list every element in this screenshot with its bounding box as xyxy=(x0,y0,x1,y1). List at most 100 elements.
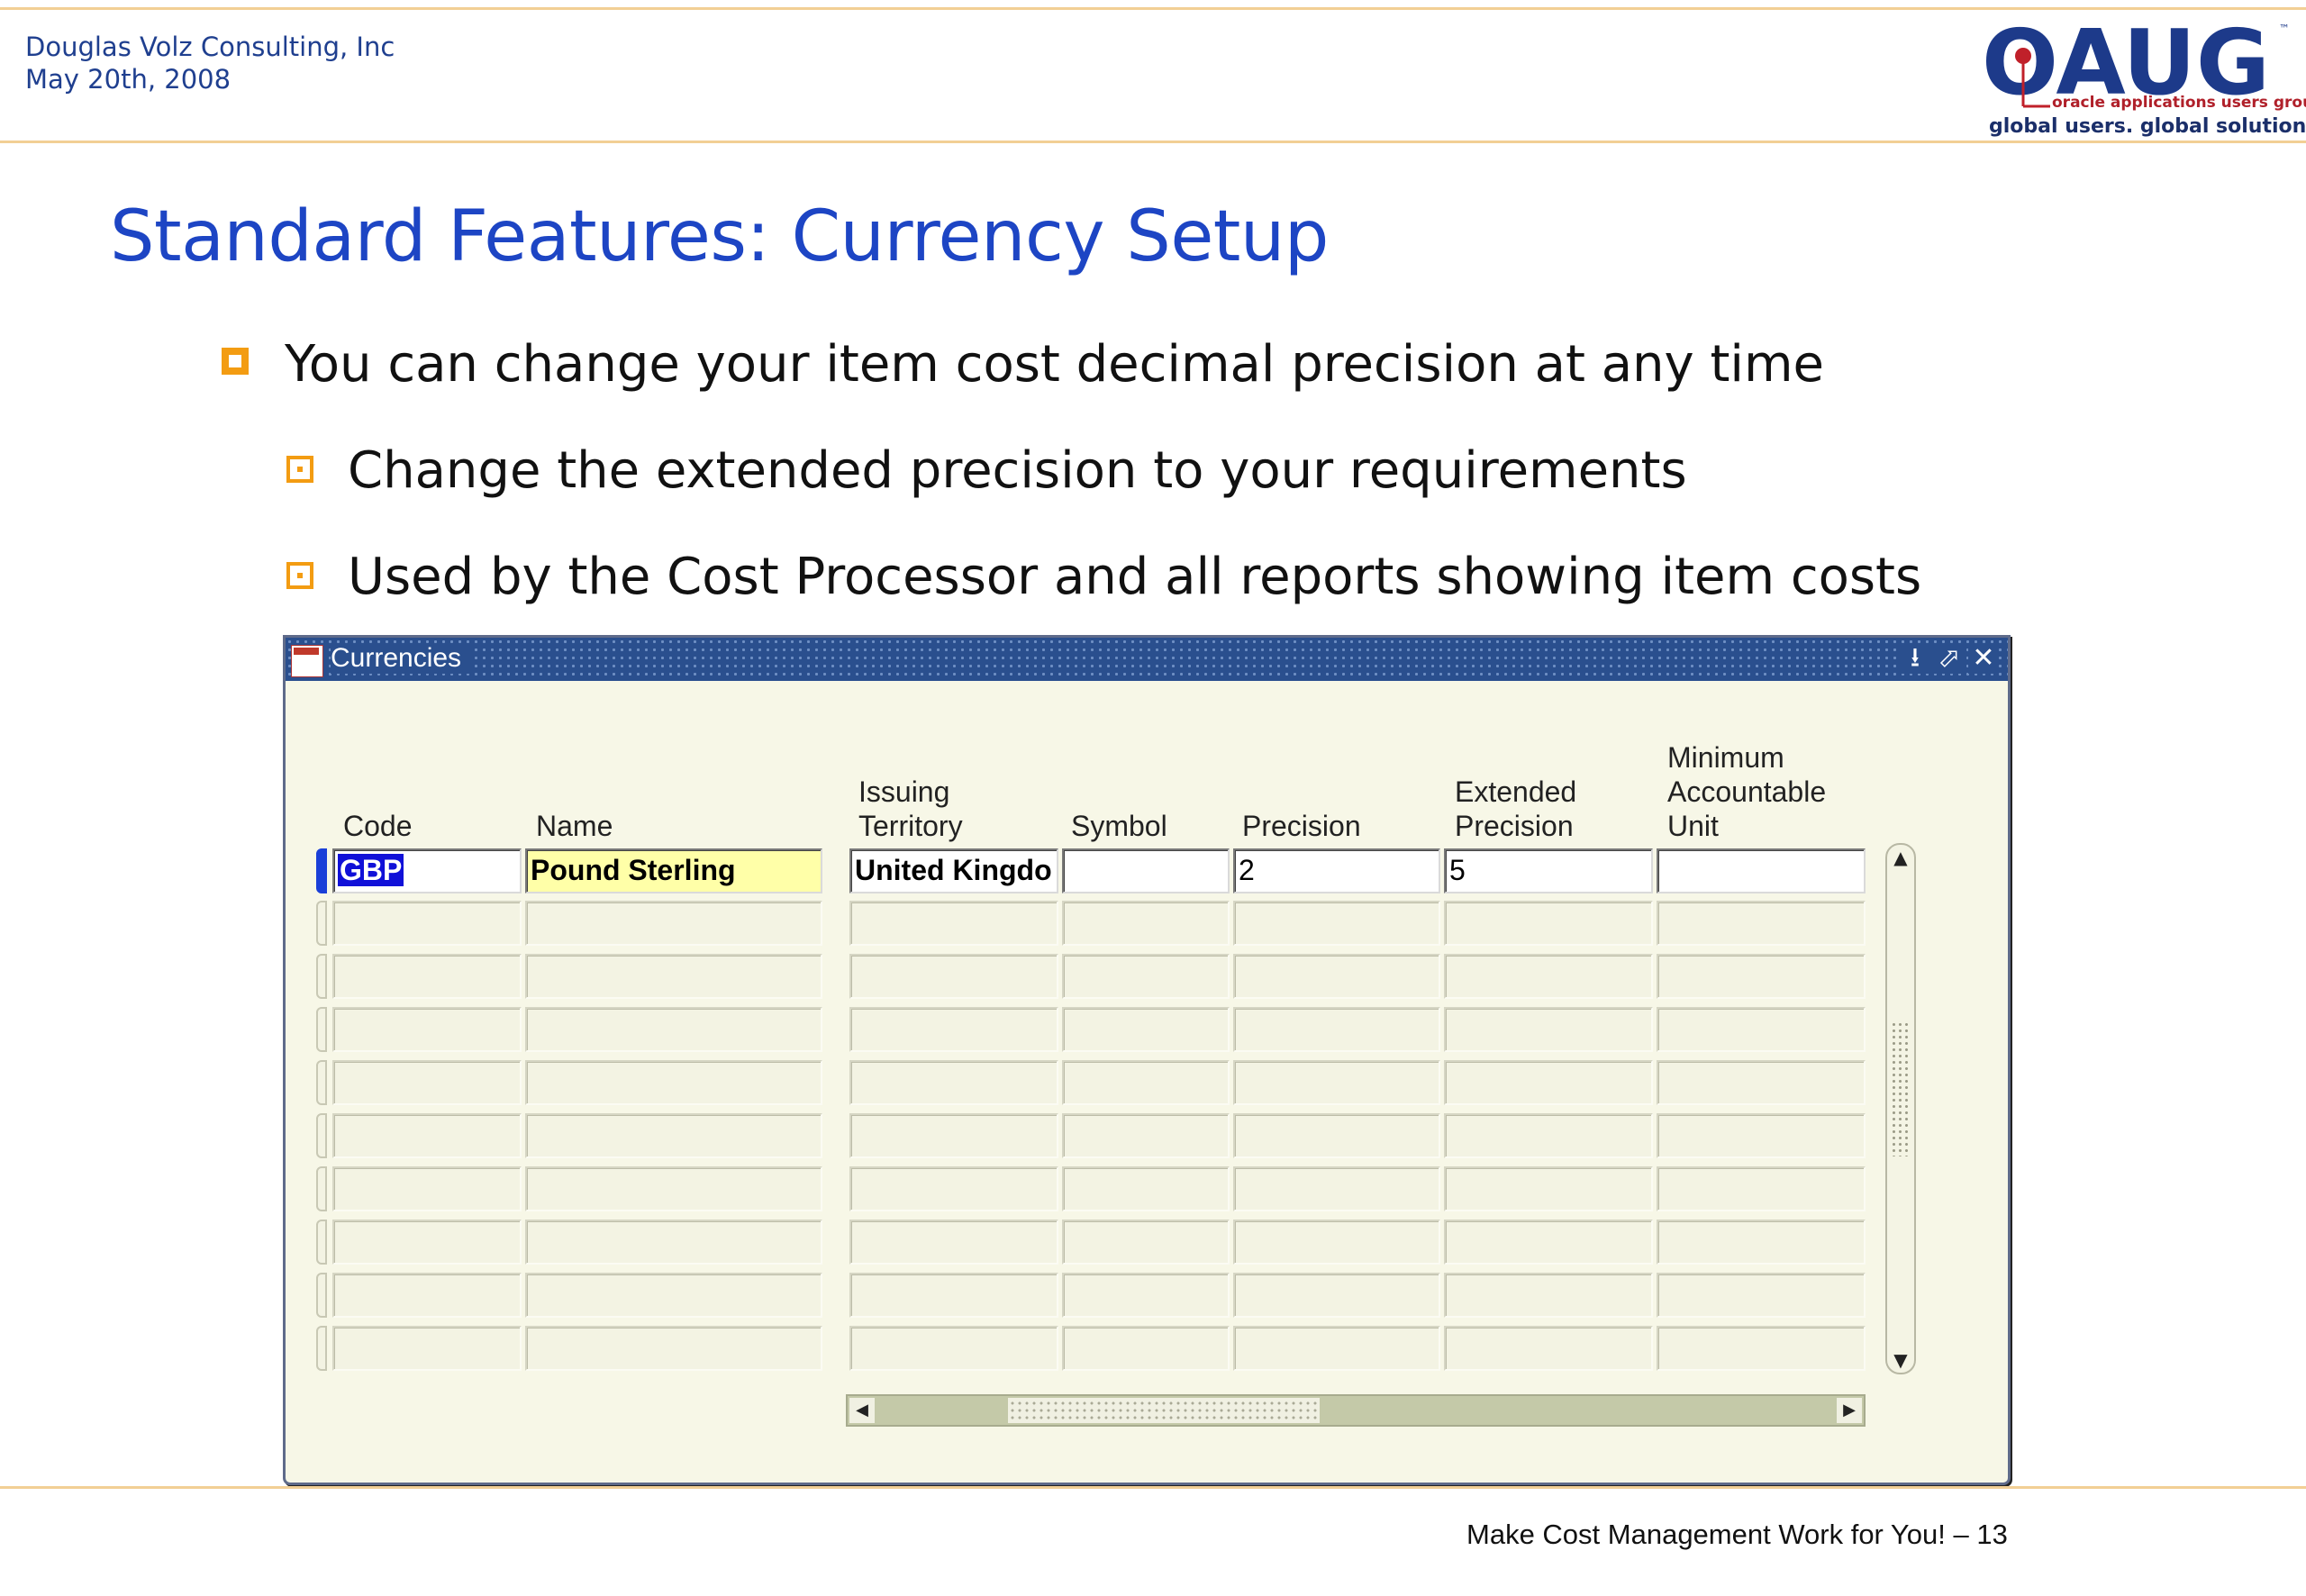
empty-precision-field[interactable] xyxy=(1233,1007,1440,1052)
empty-extended-precision-field[interactable] xyxy=(1444,1220,1653,1265)
empty-code-field[interactable] xyxy=(332,954,522,999)
row-indicator[interactable] xyxy=(316,1273,327,1318)
empty-min-accountable-unit-field[interactable] xyxy=(1657,1326,1866,1371)
maximize-icon[interactable]: ⬀ xyxy=(1934,643,1965,674)
empty-precision-field[interactable] xyxy=(1233,954,1440,999)
row-indicator[interactable] xyxy=(316,1166,327,1211)
empty-code-field[interactable] xyxy=(332,1166,522,1211)
vertical-scroll-thumb[interactable] xyxy=(1891,1021,1911,1156)
empty-extended-precision-field[interactable] xyxy=(1444,1166,1653,1211)
empty-precision-field[interactable] xyxy=(1233,1060,1440,1105)
company-name: Douglas Volz Consulting, Inc xyxy=(25,32,395,62)
oaug-logo-tm: ™ xyxy=(2279,23,2290,35)
window-titlebar[interactable]: Currencies ⭳ ⬀ ✕ xyxy=(286,638,2008,681)
symbol-field[interactable] xyxy=(1062,848,1230,893)
empty-name-field[interactable] xyxy=(525,1113,822,1158)
scroll-right-icon[interactable]: ▶ xyxy=(1837,1398,1862,1423)
empty-min-accountable-unit-field[interactable] xyxy=(1657,1166,1866,1211)
horizontal-scrollbar[interactable]: ◀ ▶ xyxy=(846,1394,1866,1427)
empty-territory-field[interactable] xyxy=(849,1220,1058,1265)
empty-extended-precision-field[interactable] xyxy=(1444,954,1653,999)
empty-territory-field[interactable] xyxy=(849,1273,1058,1318)
empty-min-accountable-unit-field[interactable] xyxy=(1657,901,1866,946)
empty-precision-field[interactable] xyxy=(1233,901,1440,946)
empty-symbol-field[interactable] xyxy=(1062,1220,1230,1265)
minimize-icon[interactable]: ⭳ xyxy=(1900,643,1930,674)
column-header-name: Name xyxy=(536,810,613,842)
empty-code-field[interactable] xyxy=(332,901,522,946)
empty-symbol-field[interactable] xyxy=(1062,1166,1230,1211)
empty-min-accountable-unit-field[interactable] xyxy=(1657,1113,1866,1158)
row-indicator[interactable] xyxy=(316,1326,327,1371)
empty-name-field[interactable] xyxy=(525,1166,822,1211)
empty-symbol-field[interactable] xyxy=(1062,1113,1230,1158)
empty-precision-field[interactable] xyxy=(1233,1273,1440,1318)
empty-name-field[interactable] xyxy=(525,1220,822,1265)
empty-name-field[interactable] xyxy=(525,954,822,999)
close-icon[interactable]: ✕ xyxy=(1968,643,1999,674)
empty-extended-precision-field[interactable] xyxy=(1444,1113,1653,1158)
empty-extended-precision-field[interactable] xyxy=(1444,1273,1653,1318)
empty-name-field[interactable] xyxy=(525,1007,822,1052)
empty-territory-field[interactable] xyxy=(849,901,1058,946)
empty-symbol-field[interactable] xyxy=(1062,1007,1230,1052)
header-top-rule xyxy=(0,7,2306,10)
window-title: Currencies xyxy=(331,643,471,674)
empty-name-field[interactable] xyxy=(525,901,822,946)
empty-precision-field[interactable] xyxy=(1233,1166,1440,1211)
empty-min-accountable-unit-field[interactable] xyxy=(1657,1220,1866,1265)
empty-extended-precision-field[interactable] xyxy=(1444,1060,1653,1105)
empty-code-field[interactable] xyxy=(332,1273,522,1318)
empty-code-field[interactable] xyxy=(332,1007,522,1052)
empty-min-accountable-unit-field[interactable] xyxy=(1657,954,1866,999)
empty-territory-field[interactable] xyxy=(849,954,1058,999)
empty-territory-field[interactable] xyxy=(849,1166,1058,1211)
bullet-text-3: Used by the Cost Processor and all repor… xyxy=(348,548,1922,606)
empty-extended-precision-field[interactable] xyxy=(1444,1326,1653,1371)
row-indicator[interactable] xyxy=(316,1113,327,1158)
precision-field[interactable]: 2 xyxy=(1233,848,1440,893)
column-header-ext-line2: Precision xyxy=(1455,810,1574,842)
row-indicator[interactable] xyxy=(316,954,327,999)
horizontal-scroll-thumb[interactable] xyxy=(1008,1398,1320,1423)
row-indicator-current[interactable] xyxy=(316,848,327,893)
empty-precision-field[interactable] xyxy=(1233,1220,1440,1265)
empty-min-accountable-unit-field[interactable] xyxy=(1657,1007,1866,1052)
empty-code-field[interactable] xyxy=(332,1113,522,1158)
empty-name-field[interactable] xyxy=(525,1326,822,1371)
row-indicator[interactable] xyxy=(316,901,327,946)
territory-field[interactable]: United Kingdo xyxy=(849,848,1058,893)
empty-extended-precision-field[interactable] xyxy=(1444,901,1653,946)
empty-code-field[interactable] xyxy=(332,1326,522,1371)
row-indicator[interactable] xyxy=(316,1060,327,1105)
row-indicator[interactable] xyxy=(316,1220,327,1265)
min-accountable-unit-field[interactable] xyxy=(1657,848,1866,893)
vertical-scrollbar[interactable]: ▲ ▼ xyxy=(1885,843,1916,1374)
row-indicator[interactable] xyxy=(316,1007,327,1052)
empty-name-field[interactable] xyxy=(525,1273,822,1318)
empty-territory-field[interactable] xyxy=(849,1326,1058,1371)
empty-precision-field[interactable] xyxy=(1233,1113,1440,1158)
scroll-down-icon[interactable]: ▼ xyxy=(1887,1349,1914,1371)
empty-territory-field[interactable] xyxy=(849,1060,1058,1105)
code-field[interactable]: GBP xyxy=(332,848,522,893)
empty-min-accountable-unit-field[interactable] xyxy=(1657,1060,1866,1105)
empty-extended-precision-field[interactable] xyxy=(1444,1007,1653,1052)
empty-symbol-field[interactable] xyxy=(1062,1060,1230,1105)
empty-territory-field[interactable] xyxy=(849,1113,1058,1158)
empty-precision-field[interactable] xyxy=(1233,1326,1440,1371)
empty-name-field[interactable] xyxy=(525,1060,822,1105)
empty-symbol-field[interactable] xyxy=(1062,954,1230,999)
empty-code-field[interactable] xyxy=(332,1060,522,1105)
column-header-precision: Precision xyxy=(1242,810,1361,842)
empty-symbol-field[interactable] xyxy=(1062,1273,1230,1318)
empty-code-field[interactable] xyxy=(332,1220,522,1265)
empty-symbol-field[interactable] xyxy=(1062,901,1230,946)
empty-territory-field[interactable] xyxy=(849,1007,1058,1052)
scroll-left-icon[interactable]: ◀ xyxy=(849,1398,875,1423)
name-field[interactable]: Pound Sterling xyxy=(525,848,822,893)
empty-min-accountable-unit-field[interactable] xyxy=(1657,1273,1866,1318)
empty-symbol-field[interactable] xyxy=(1062,1326,1230,1371)
scroll-up-icon[interactable]: ▲ xyxy=(1887,847,1914,868)
extended-precision-field[interactable]: 5 xyxy=(1444,848,1653,893)
